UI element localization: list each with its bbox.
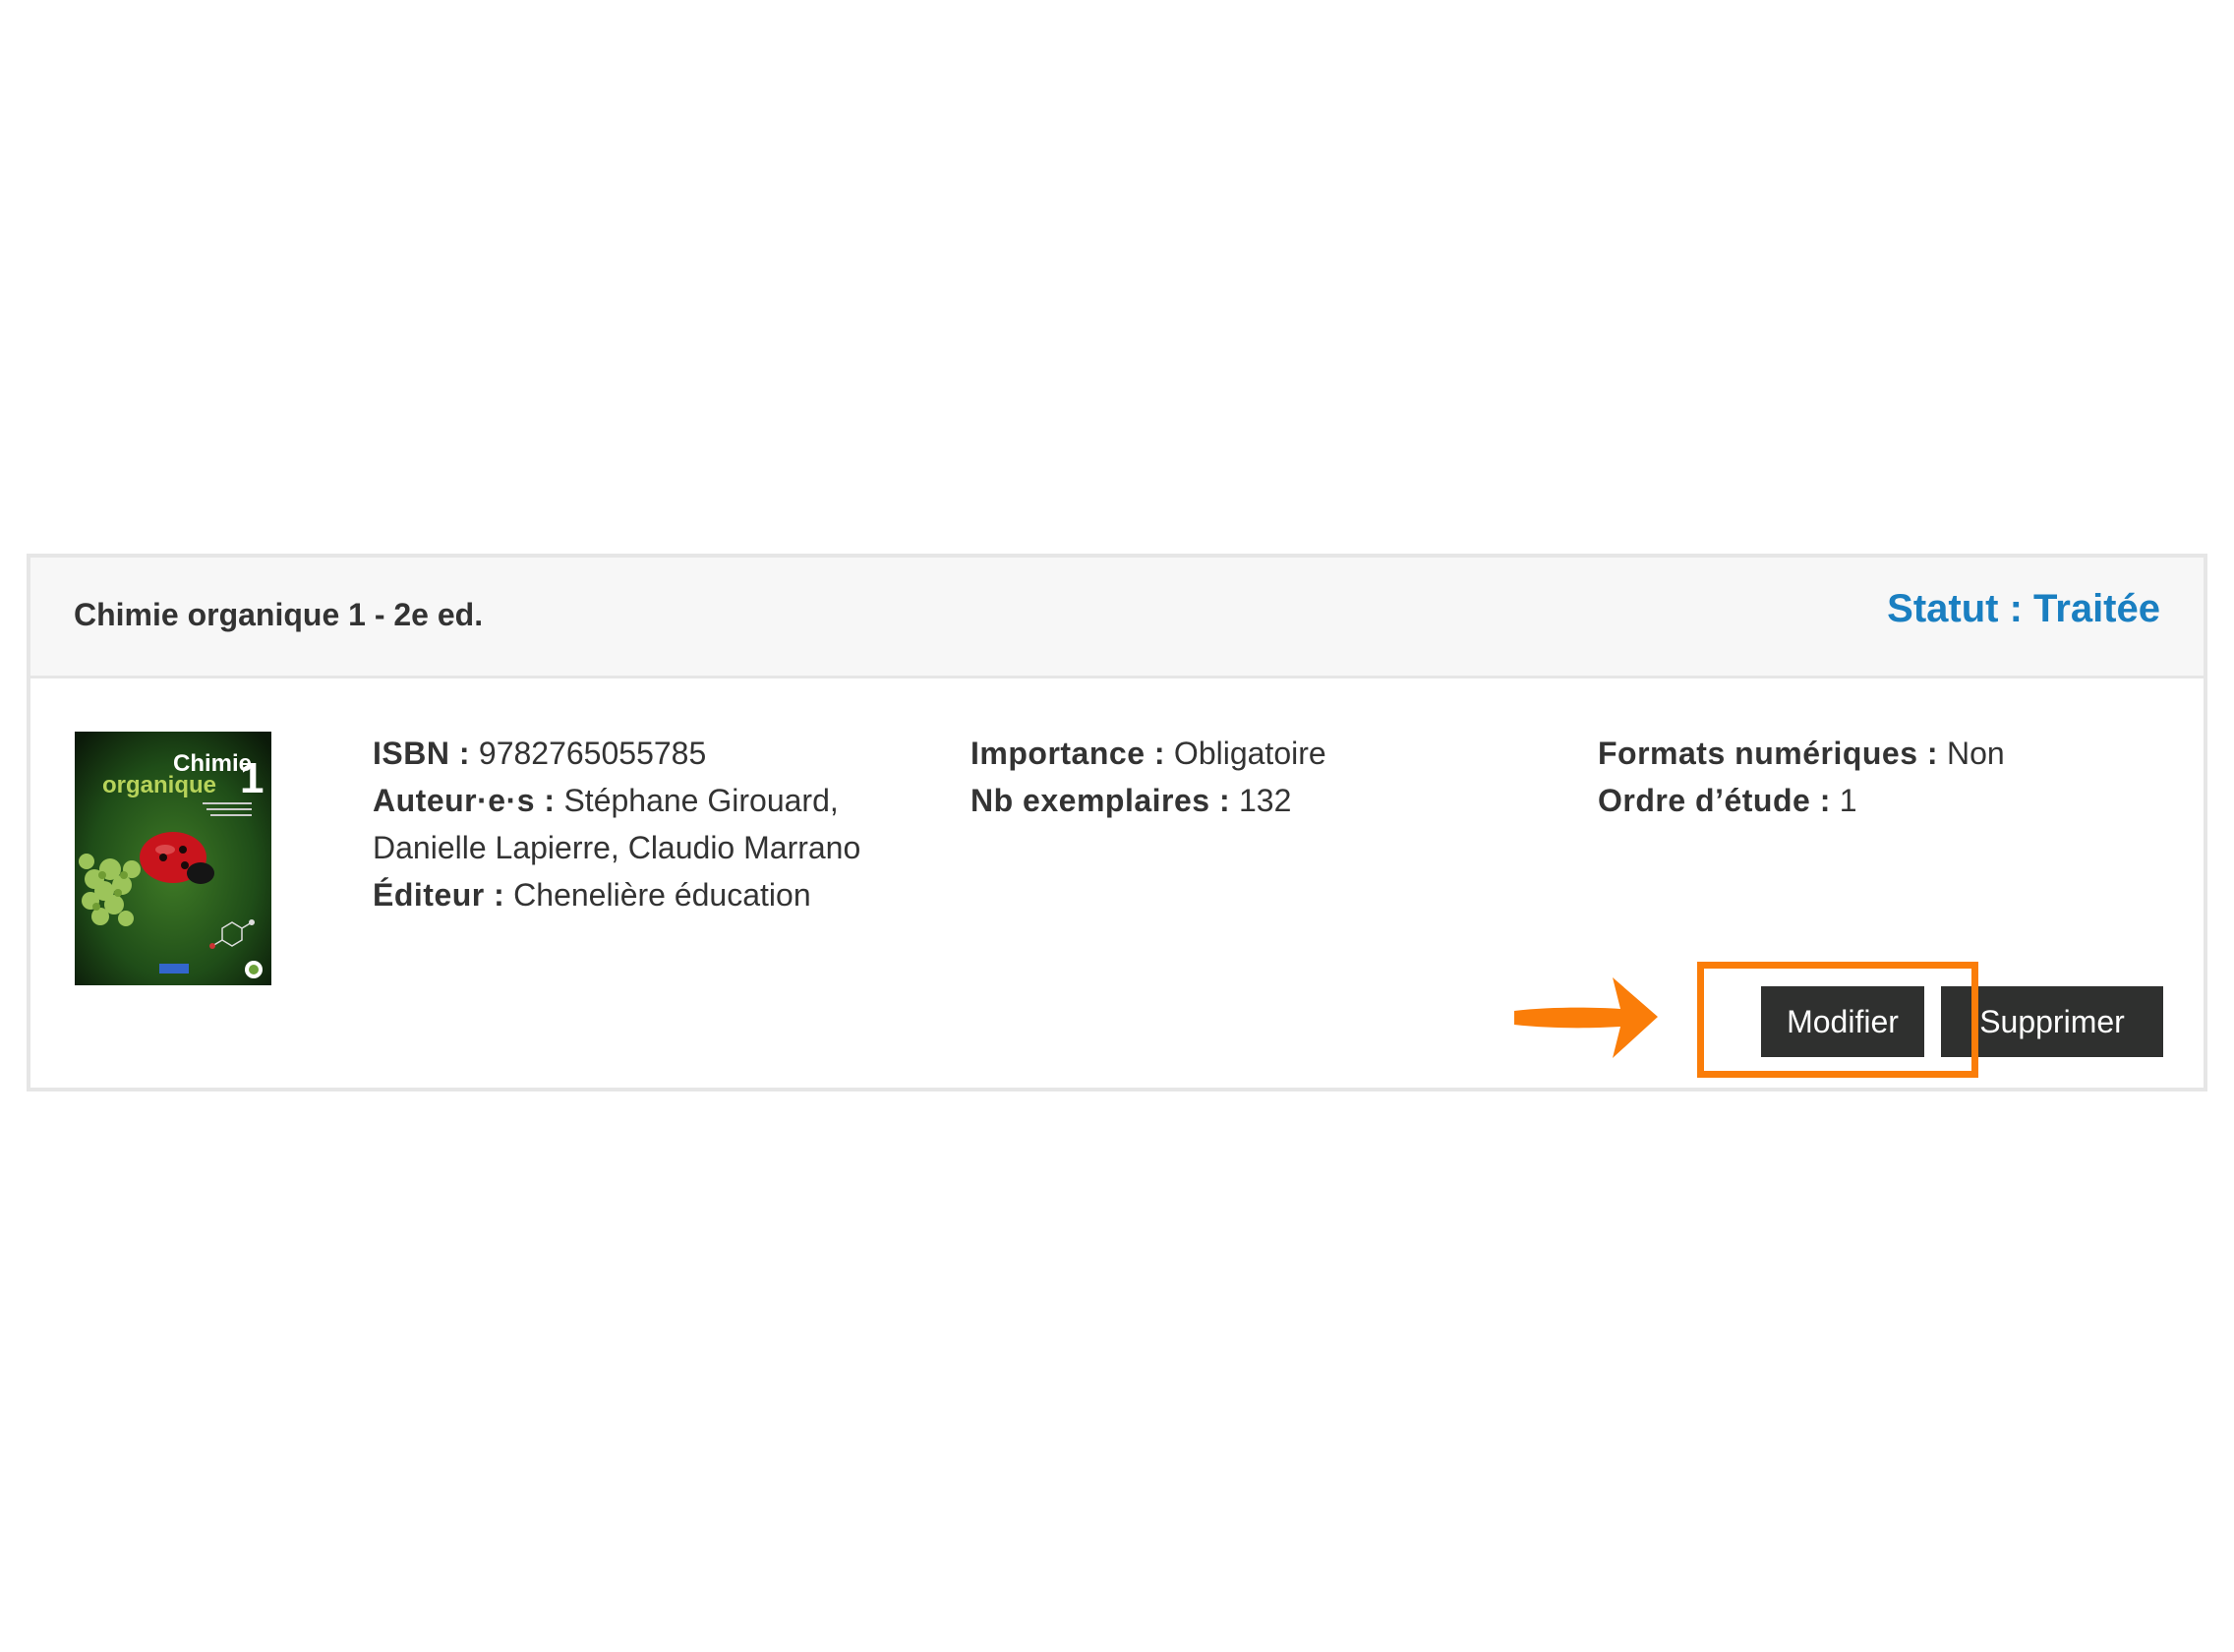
publisher-line: Éditeur : Chenelière éducation	[373, 871, 923, 918]
study-order-label: Ordre d’étude :	[1598, 783, 1831, 818]
authors-label: Auteur·e·s :	[373, 783, 556, 818]
copies-label: Nb exemplaires :	[970, 783, 1231, 818]
publisher-label: Éditeur :	[373, 877, 505, 913]
cover-title-line2: organique	[102, 772, 216, 798]
digital-formats-line: Formats numériques : Non	[1598, 730, 2148, 777]
study-order-value: 1	[1839, 783, 1857, 818]
copies-value: 132	[1239, 783, 1292, 818]
book-details-column-1: ISBN : 9782765055785 Auteur·e·s : Stépha…	[373, 730, 923, 918]
importance-line: Importance : Obligatoire	[970, 730, 1521, 777]
book-cover-image: Chimie organique 1	[75, 732, 271, 985]
digital-formats-value: Non	[1946, 736, 2005, 771]
isbn-label: ISBN :	[373, 736, 470, 771]
book-card-header: Chimie organique 1 - 2e ed. Statut : Tra…	[30, 558, 2204, 678]
copies-line: Nb exemplaires : 132	[970, 777, 1521, 824]
isbn-value: 9782765055785	[478, 736, 707, 771]
importance-value: Obligatoire	[1173, 736, 1326, 771]
publisher-value: Chenelière éducation	[513, 877, 811, 913]
authors-line: Auteur·e·s : Stéphane Girouard, Danielle…	[373, 777, 923, 871]
delete-button[interactable]: Supprimer	[1941, 986, 2163, 1057]
isbn-line: ISBN : 9782765055785	[373, 730, 923, 777]
cover-number: 1	[240, 754, 264, 802]
status-label: Statut : Traitée	[1887, 587, 2160, 630]
book-card: Chimie organique 1 - 2e ed. Statut : Tra…	[27, 554, 2207, 1092]
modify-button[interactable]: Modifier	[1761, 986, 1924, 1057]
book-details-column-2: Importance : Obligatoire Nb exemplaires …	[970, 730, 1521, 824]
annotation-arrow-icon	[1514, 977, 1658, 1058]
book-details-column-3: Formats numériques : Non Ordre d’étude :…	[1598, 730, 2148, 824]
importance-label: Importance :	[970, 736, 1166, 771]
book-title: Chimie organique 1 - 2e ed.	[74, 597, 484, 632]
study-order-line: Ordre d’étude : 1	[1598, 777, 2148, 824]
digital-formats-label: Formats numériques :	[1598, 736, 1939, 771]
